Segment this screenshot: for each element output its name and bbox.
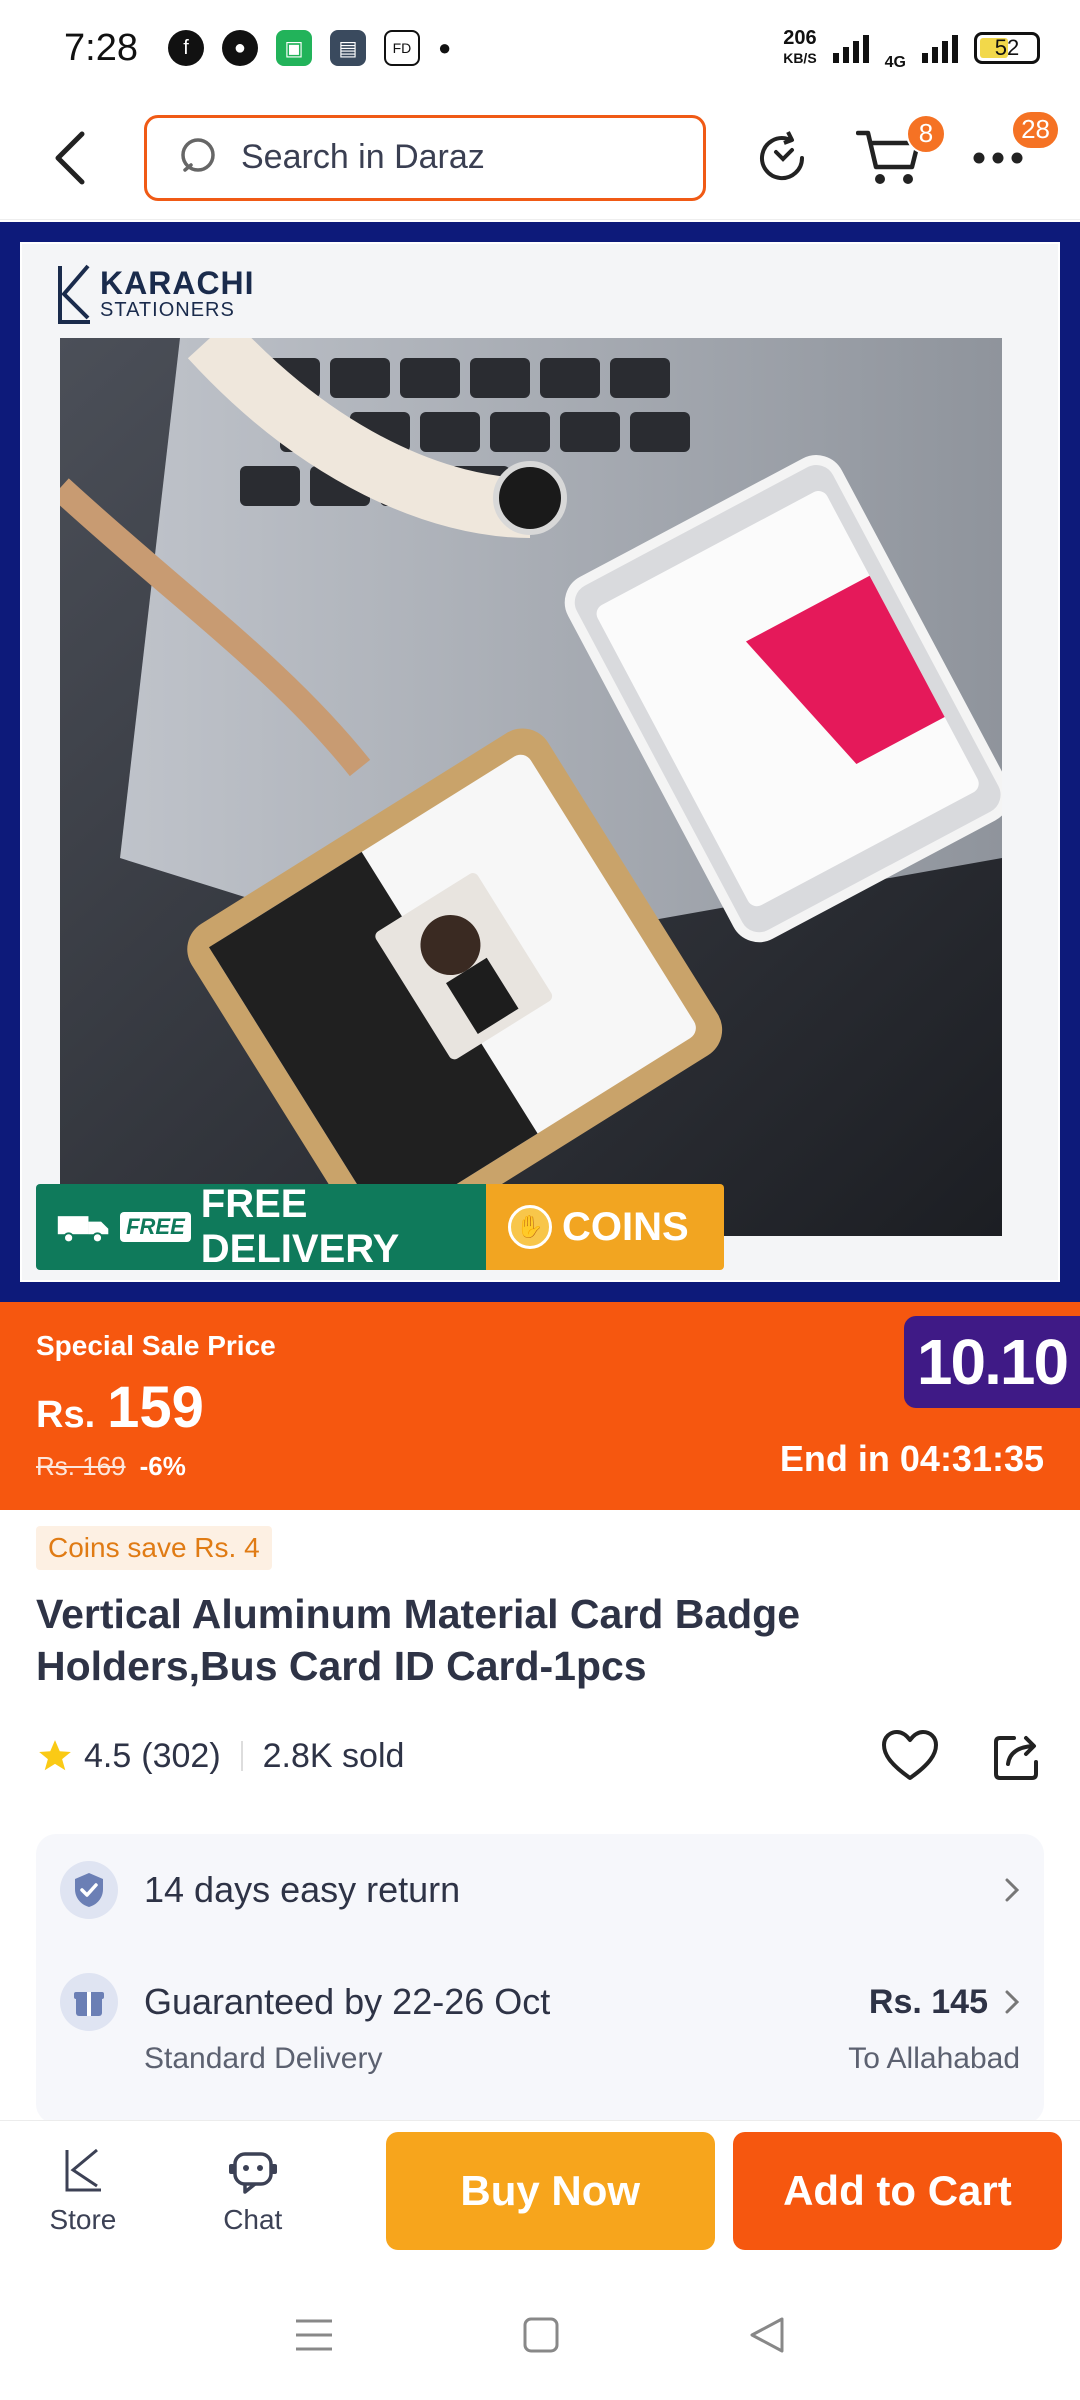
rating-row: 4.5 (302) 2.8K sold — [36, 1726, 1046, 1786]
price-banner: Special Sale Price Rs. 159 Rs. 169 -6% 1… — [0, 1302, 1080, 1510]
return-policy-text: 14 days easy return — [144, 1869, 461, 1910]
home-square-icon[interactable] — [522, 2316, 560, 2354]
app-notification-icon: ▣ — [275, 30, 312, 66]
status-time: 7:28 — [64, 26, 138, 69]
star-icon — [39, 1740, 71, 1771]
signal-icon — [832, 33, 869, 63]
product-title: Vertical Aluminum Material Card Badge Ho… — [36, 1591, 801, 1689]
price-amount: 159 — [107, 1375, 204, 1440]
store-logo-mark-icon — [58, 264, 90, 324]
delivery-row[interactable]: Guaranteed by 22-26 Oct Rs. 145 — [60, 1966, 1020, 2038]
search-placeholder: Search in Daraz — [241, 138, 485, 176]
delivery-fee: Rs. 145 — [868, 1982, 988, 2021]
delivery-date-text: Guaranteed by 22-26 Oct — [144, 1981, 551, 2022]
store-button[interactable]: Store — [20, 2146, 146, 2236]
battery-icon: 52 — [974, 32, 1040, 64]
coins-label: COINS — [562, 1204, 689, 1249]
messenger-icon: ● — [221, 30, 258, 66]
battery-level: 52 — [994, 35, 1020, 60]
search-bar[interactable]: Search in Daraz — [144, 114, 706, 201]
refresh-icon — [760, 130, 805, 180]
more-icon — [973, 152, 1023, 163]
chat-label: Chat — [223, 2203, 283, 2235]
more-notifications-dot-icon: ● — [437, 35, 452, 60]
price-currency: Rs. — [36, 1394, 96, 1436]
network-speed-unit: KB/S — [783, 50, 817, 66]
campaign-badge: 10.10 — [904, 1316, 1080, 1408]
original-price: Rs. 169 — [36, 1451, 126, 1481]
sold-count: 2.8K sold — [262, 1736, 405, 1775]
network-type: 4G — [884, 54, 906, 71]
store-logo: KARACHI STATIONERS — [54, 262, 255, 326]
status-bar: 7:28 f ● ▣ ▤ FD ● 206 KB/S 4G 52 — [0, 0, 1080, 96]
more-button[interactable]: 28 — [962, 109, 1060, 194]
delivery-box-icon — [60, 1973, 118, 2031]
free-tag: FREE — [120, 1212, 191, 1242]
chevron-right-icon — [1005, 1990, 1020, 2014]
notification-icons: f ● ▣ ▤ FD ● — [167, 30, 452, 66]
more-count-badge: 28 — [1011, 109, 1060, 150]
service-card: 14 days easy return Guaranteed by 22-26 … — [36, 1834, 1044, 2124]
app-notification-icon: ▤ — [329, 30, 366, 66]
chevron-left-icon — [55, 131, 85, 184]
buy-now-button[interactable]: Buy Now — [385, 2131, 715, 2250]
history-button[interactable] — [746, 122, 818, 194]
store-icon — [65, 2148, 101, 2191]
chevron-right-icon — [1005, 1878, 1020, 1902]
return-policy-row[interactable]: 14 days easy return — [60, 1854, 1020, 1926]
system-indicators: 206 KB/S 4G 52 — [783, 24, 1040, 72]
delivery-truck-icon — [57, 1216, 109, 1244]
promo-strip: FREE FREE DELIVERY ✋ COINS — [36, 1182, 724, 1271]
tv-app-icon: FD — [383, 30, 420, 66]
product-actions — [880, 1728, 1046, 1784]
top-nav: Search in Daraz 8 28 — [0, 96, 1080, 220]
rating-count[interactable]: (302) — [141, 1737, 220, 1776]
product-image: KARACHI STATIONERS FREE FREE DELIVERY ✋ … — [20, 242, 1060, 1282]
divider — [240, 1741, 243, 1771]
coin-icon: ✋ — [508, 1205, 552, 1249]
signal-icon-2 — [922, 33, 958, 63]
menu-icon[interactable] — [294, 2317, 334, 2353]
cart-button[interactable]: 8 — [854, 113, 946, 194]
facebook-icon: f — [167, 30, 204, 66]
wishlist-heart-icon[interactable] — [880, 1728, 940, 1784]
network-speed: 206 KB/S — [783, 28, 816, 68]
chat-button[interactable]: Chat — [190, 2146, 316, 2236]
rating-score[interactable]: 4.5 — [84, 1737, 131, 1776]
return-policy-arrow — [1004, 1877, 1020, 1903]
network-speed-value: 206 — [783, 27, 817, 49]
free-delivery-label: FREE DELIVERY — [200, 1182, 400, 1271]
sale-price: Rs. 159 — [36, 1374, 1044, 1441]
bottom-action-bar: Store Chat Buy Now Add to Cart — [0, 2120, 1080, 2260]
free-delivery-badge: FREE FREE DELIVERY — [36, 1182, 486, 1271]
delivery-subrow: Standard Delivery To Allahabad — [60, 2042, 1020, 2076]
store-logo-sub: STATIONERS — [100, 298, 235, 321]
delivery-fee-group: Rs. 145 — [869, 1983, 1020, 2022]
discount-percent: -6% — [139, 1451, 186, 1481]
special-price-label: Special Sale Price — [36, 1330, 276, 1361]
system-nav-bar — [0, 2270, 1080, 2400]
search-icon — [181, 137, 215, 172]
coins-badge: ✋ COINS — [486, 1184, 724, 1270]
sale-countdown: End in 04:31:35 — [779, 1438, 1044, 1479]
shield-icon — [60, 1861, 118, 1919]
back-button[interactable] — [40, 128, 100, 188]
share-icon[interactable] — [990, 1728, 1046, 1784]
product-photo — [60, 338, 1002, 1236]
store-logo-name: KARACHI — [100, 264, 255, 301]
chat-icon — [228, 2151, 277, 2194]
store-label: Store — [49, 2203, 117, 2235]
product-image-frame[interactable]: KARACHI STATIONERS FREE FREE DELIVERY ✋ … — [0, 222, 1080, 1302]
back-triangle-icon[interactable] — [748, 2315, 786, 2355]
delivery-type: Standard Delivery — [144, 2042, 383, 2075]
cart-count-badge: 8 — [906, 113, 946, 154]
badge-holders-illustration — [60, 338, 1002, 1236]
coins-save-tag: Coins save Rs. 4 — [36, 1526, 272, 1570]
add-to-cart-button[interactable]: Add to Cart — [732, 2131, 1062, 2250]
delivery-destination: To Allahabad — [848, 2042, 1020, 2075]
